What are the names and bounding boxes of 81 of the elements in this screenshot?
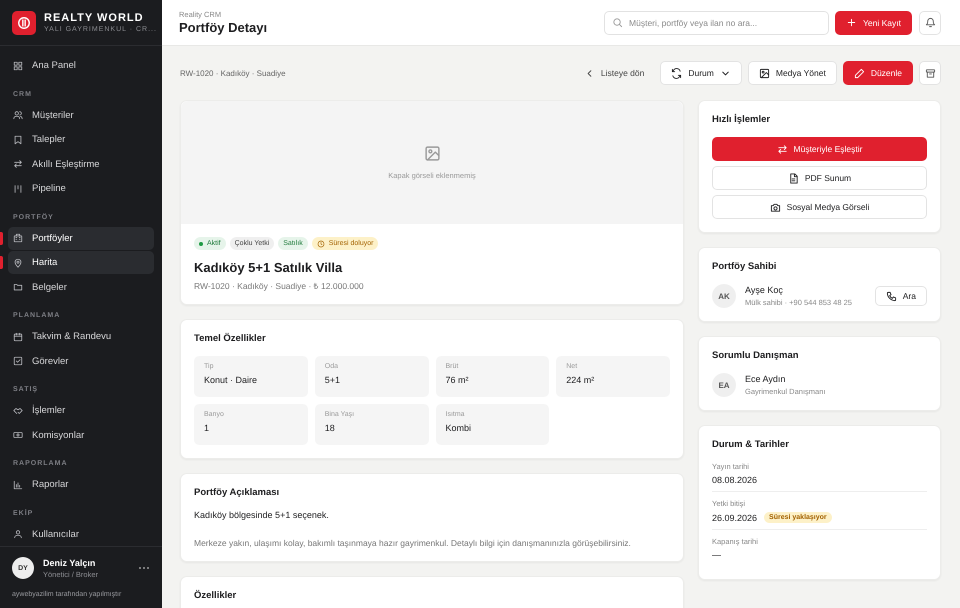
card-title: Özellikler xyxy=(194,590,238,601)
feature-value: 18 xyxy=(324,423,336,433)
card-title: Portföy Açıklaması xyxy=(194,487,280,498)
user-icon xyxy=(13,529,23,539)
map-pin-icon xyxy=(13,258,23,268)
page-title: Portföy Detayı xyxy=(179,20,268,35)
card-title: Temel Özellikler xyxy=(194,333,267,344)
feature-value: 76 m² xyxy=(446,375,470,385)
date-value: 08.08.2026 xyxy=(712,475,758,485)
archive-button[interactable] xyxy=(919,61,941,85)
agent-avatar: EA xyxy=(712,373,736,397)
nav-item[interactable]: Görevler xyxy=(8,350,154,372)
status-dropdown[interactable]: Durum xyxy=(660,61,742,85)
image-icon xyxy=(424,145,440,162)
swap-arrows-icon xyxy=(776,144,788,154)
social-image-button[interactable]: Sosyal Medya Görseli xyxy=(712,195,927,219)
back-link[interactable]: Listeye dön xyxy=(584,68,644,78)
nav-item[interactable]: Ana Panel xyxy=(8,54,154,77)
description-text: Merkeze yakın, ulaşımı kolay, bakımlı taşınmaya hazır gayrimenkul. Detaylı bilgi için danışmanınızla görüşebilirsiniz. xyxy=(194,538,632,548)
nav-item[interactable]: İşlemler xyxy=(8,399,154,422)
notifications-button[interactable] xyxy=(919,10,941,34)
edit-button[interactable]: Düzenle xyxy=(842,61,913,85)
nav-item[interactable]: Komisyonlar xyxy=(8,424,154,446)
nav-item[interactable]: Akıllı Eşleştirme xyxy=(8,152,154,176)
checkbox-icon xyxy=(13,356,23,366)
description-lead: Kadıköy bölgesinde 5+1 seçenek. xyxy=(194,510,330,520)
user-name: Deniz Yalçın xyxy=(43,558,96,568)
call-button[interactable]: Ara xyxy=(874,286,927,306)
media-button[interactable]: Medya Yönet xyxy=(748,61,837,85)
listing-subtitle: RW-1020 · Kadıköy · Suadiye · ₺ 12.000.000 xyxy=(194,280,365,291)
nav-item[interactable]: Takvim & Randevu xyxy=(8,325,154,348)
phone-icon xyxy=(886,290,897,302)
match-button[interactable]: Müşteriyle Eşleştir xyxy=(712,137,927,161)
bookmark-icon xyxy=(13,134,23,144)
swap-arrows-icon xyxy=(13,159,23,169)
nav-item[interactable]: Pipeline xyxy=(8,177,154,200)
feature-value: 5+1 xyxy=(324,375,342,385)
pdf-button[interactable]: PDF Sunum xyxy=(712,166,927,190)
handshake-icon xyxy=(13,406,23,416)
card-title: Sorumlu Danışman xyxy=(712,350,800,361)
nav-item[interactable]: Raporlar xyxy=(8,473,154,496)
feature-value: Konut · Daire xyxy=(204,375,258,385)
more-icon[interactable] xyxy=(138,566,150,570)
archive-icon xyxy=(924,68,936,78)
building-icon xyxy=(13,233,23,243)
feature-value: 224 m² xyxy=(566,375,596,385)
nav-item[interactable]: Müşteriler xyxy=(8,104,154,126)
folder-icon xyxy=(13,282,23,292)
document-icon xyxy=(788,172,799,184)
clock-icon xyxy=(316,240,325,248)
nav-item[interactable]: Talepler xyxy=(8,128,154,151)
owner-name: Ayşe Koç xyxy=(745,285,784,295)
pipeline-icon xyxy=(13,184,23,194)
nav-item[interactable]: Belgeler xyxy=(8,276,154,298)
listing-title: Kadıköy 5+1 Satılık Villa xyxy=(194,260,344,275)
bell-icon xyxy=(924,17,936,28)
date-value: — xyxy=(712,550,721,560)
users-icon xyxy=(13,110,23,120)
date-value: 26.09.2026 xyxy=(712,512,758,522)
breadcrumb: RW-1020 · Kadıköy · Suadiye xyxy=(180,68,286,78)
image-icon xyxy=(758,68,770,78)
dashboard-icon xyxy=(13,60,23,70)
brand-logo xyxy=(12,10,36,34)
camera-icon xyxy=(770,202,781,212)
brand-name: REALTY WORLD xyxy=(44,12,145,24)
card-title: Hızlı İşlemler xyxy=(712,114,772,125)
card-title: Portföy Sahibi xyxy=(712,261,778,272)
new-record-button[interactable]: Yeni Kayıt xyxy=(835,10,912,34)
plus-icon xyxy=(846,17,858,28)
agent-name: Ece Aydın xyxy=(745,374,786,384)
refresh-icon xyxy=(671,68,682,78)
banknote-icon xyxy=(13,430,23,440)
card-title: Durum & Tarihler xyxy=(712,439,790,450)
bar-chart-icon xyxy=(13,480,23,490)
search-field[interactable]: Müşteri, portföy veya ilan no ara... xyxy=(604,10,830,34)
nav-item[interactable]: Kullanıcılar xyxy=(8,522,154,546)
owner-avatar: AK xyxy=(712,284,736,308)
feature-value: Kombi xyxy=(446,423,472,433)
calendar-icon xyxy=(13,332,23,342)
feature-value: 1 xyxy=(204,423,210,433)
pencil-icon xyxy=(854,68,865,78)
